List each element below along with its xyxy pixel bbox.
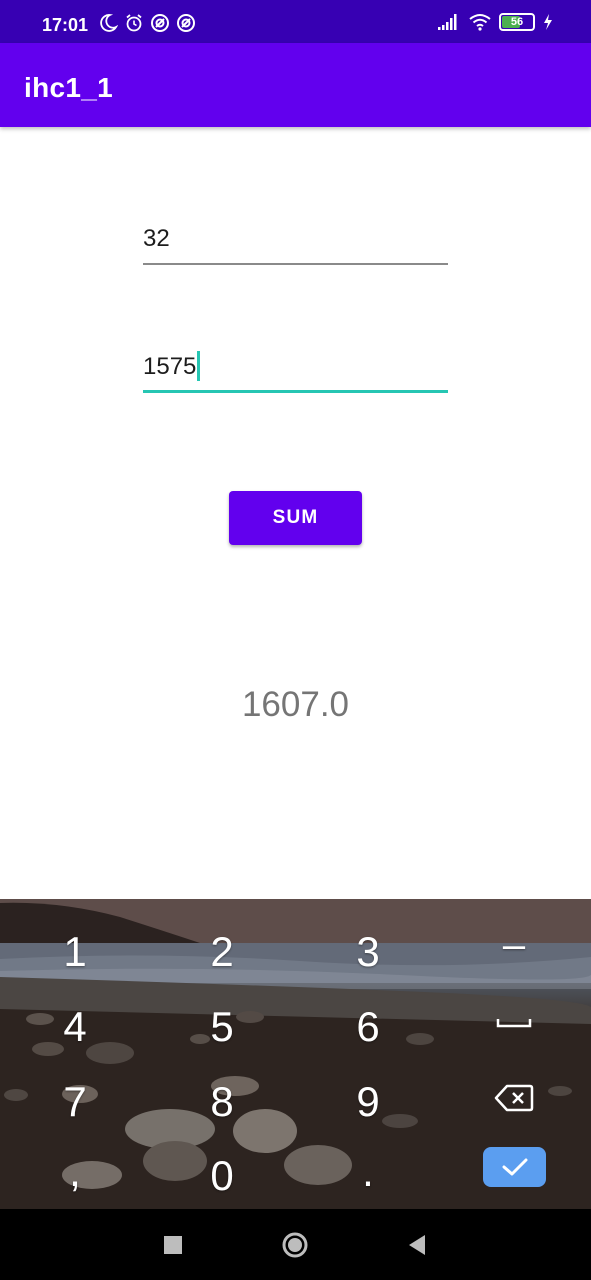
key-3[interactable]: 3 <box>328 931 408 973</box>
key-4[interactable]: 4 <box>35 1006 115 1048</box>
key-0[interactable]: 0 <box>182 1155 262 1197</box>
second-number-text: 1575 <box>143 350 201 381</box>
status-time: 17:01 <box>42 15 89 35</box>
first-number-field[interactable]: 32 <box>143 219 448 265</box>
key-9[interactable]: 9 <box>328 1081 408 1123</box>
back-icon <box>409 1234 425 1255</box>
status-icons-right: 56 <box>437 13 553 31</box>
result-text: 1607.0 <box>241 685 350 724</box>
backspace-icon[interactable] <box>494 1083 534 1118</box>
text-cursor <box>197 350 201 381</box>
battery-level: 56 <box>510 16 524 28</box>
back-button[interactable] <box>392 1209 442 1280</box>
status-icons-left <box>98 13 196 33</box>
recents-button[interactable] <box>148 1209 198 1280</box>
key-6[interactable]: 6 <box>328 1006 408 1048</box>
notification-icon <box>151 14 169 32</box>
key-7[interactable]: 7 <box>35 1081 115 1123</box>
navigation-bar <box>0 1209 591 1280</box>
numeric-keyboard: 1 2 3 – 4 5 6 7 8 9 , 0 . <box>0 899 591 1209</box>
key-5[interactable]: 5 <box>182 1006 262 1048</box>
wifi-icon <box>469 14 491 31</box>
home-button[interactable] <box>270 1209 320 1280</box>
second-number-value: 1575 <box>143 353 197 380</box>
app-bar: ihc1_1 <box>0 43 591 127</box>
key-minus[interactable]: – <box>474 925 554 965</box>
charging-icon <box>544 14 552 30</box>
key-comma[interactable]: , <box>35 1151 115 1193</box>
key-1[interactable]: 1 <box>35 931 115 973</box>
field-underline <box>143 263 448 265</box>
alarm-icon <box>126 14 142 32</box>
recents-icon <box>164 1235 182 1254</box>
status-bar: 17:01 56 <box>0 0 591 43</box>
sum-button[interactable]: SUM <box>229 491 362 545</box>
field-underline-focused <box>143 390 448 393</box>
key-8[interactable]: 8 <box>182 1081 262 1123</box>
moon-icon <box>100 14 118 32</box>
key-dot[interactable]: . <box>328 1151 408 1193</box>
home-icon <box>282 1232 308 1257</box>
battery-icon: 56 <box>499 13 535 31</box>
notification-icon <box>177 14 195 32</box>
app-title: ihc1_1 <box>24 72 113 103</box>
key-2[interactable]: 2 <box>182 931 262 973</box>
check-icon <box>502 1158 527 1176</box>
enter-button[interactable] <box>483 1147 546 1187</box>
first-number-value: 32 <box>143 225 170 252</box>
signal-icon <box>438 14 457 30</box>
space-icon[interactable] <box>496 1016 532 1034</box>
second-number-field[interactable]: 1575 <box>143 347 448 393</box>
